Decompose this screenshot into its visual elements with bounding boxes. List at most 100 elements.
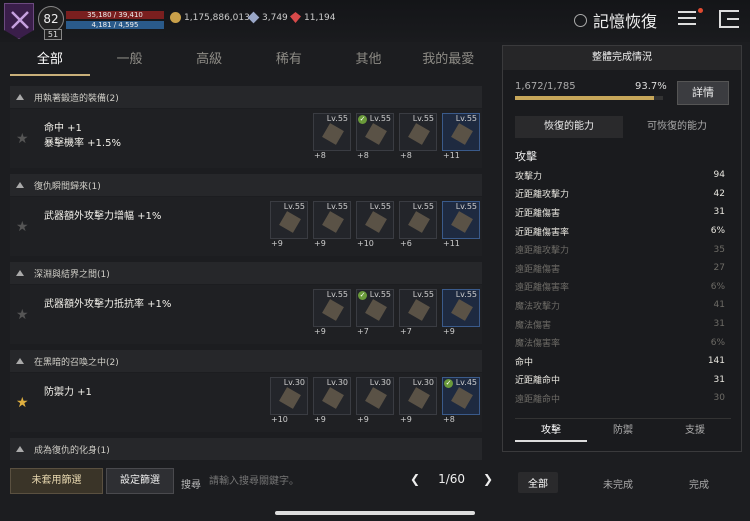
collapse-icon[interactable] xyxy=(16,182,24,188)
equipment-slot[interactable]: Lv.55 +8 xyxy=(399,113,437,160)
tab-favorites[interactable]: 我的最愛 xyxy=(408,46,488,76)
unused-filter-button[interactable]: 未套用篩選 xyxy=(10,468,103,494)
equipment-slot[interactable]: Lv.30 +9 xyxy=(356,377,394,424)
favorite-star-icon[interactable]: ★ xyxy=(16,307,29,323)
tab-advanced[interactable]: 高級 xyxy=(169,46,249,76)
memory-icon xyxy=(574,13,587,27)
equipment-slot[interactable]: Lv.30 +9 xyxy=(313,377,351,424)
group-header[interactable]: 深淵與結界之間(1) xyxy=(10,262,482,284)
group-header[interactable]: 復仇瞬間歸來(1) xyxy=(10,174,482,196)
equipment-slot[interactable]: Lv.55 +9 xyxy=(442,289,480,336)
equipment-slot[interactable]: Lv.55 +10 xyxy=(356,201,394,248)
favorite-star-icon[interactable]: ★ xyxy=(16,131,29,147)
equipment-slot[interactable]: Lv.55 +8 xyxy=(313,113,351,160)
ability-value: 31 xyxy=(713,319,725,330)
tab-attack[interactable]: 攻擊 xyxy=(515,419,587,442)
stat-bonus: 防禦力 +1 xyxy=(44,387,92,398)
equipment-slot[interactable]: ✓ Lv.55 +7 xyxy=(356,289,394,336)
ability-list[interactable]: 攻擊力 94 近距離攻擊力 42 近距離傷害 31 近距離傷害率 6% 遠距離攻擊力 35 遠距離傷… xyxy=(515,166,725,408)
filter-complete-tab[interactable]: 完成 xyxy=(689,476,709,491)
search-label: 搜尋 xyxy=(181,480,201,491)
mp-bar: 4,181 / 4,595 xyxy=(66,21,164,29)
detail-button[interactable]: 詳情 xyxy=(677,81,729,105)
prev-page-icon[interactable]: ❮ xyxy=(410,472,420,486)
item-enhance: +9 xyxy=(314,239,326,248)
equipment-slot[interactable]: ✓ Lv.55 +8 xyxy=(356,113,394,160)
equipment-slot[interactable]: Lv.55 +11 xyxy=(442,113,480,160)
item-level: Lv.55 xyxy=(412,202,434,211)
collapse-icon[interactable] xyxy=(16,358,24,364)
ability-label: 近距離攻擊力 xyxy=(515,190,570,201)
item-level: Lv.45 xyxy=(455,378,477,387)
category-tabs: 全部 一般 高級 稀有 其他 我的最愛 xyxy=(10,46,488,76)
search-input[interactable] xyxy=(209,470,389,492)
equipment-slot[interactable]: ✓ Lv.45 +8 xyxy=(442,377,480,424)
equipment-icon xyxy=(365,123,387,145)
ruby-amount: 11,194 xyxy=(304,12,336,23)
equipment-slot[interactable]: Lv.30 +10 xyxy=(270,377,308,424)
collapse-icon[interactable] xyxy=(16,94,24,100)
collapse-icon[interactable] xyxy=(16,270,24,276)
favorite-star-icon[interactable]: ★ xyxy=(16,219,29,235)
sub-level: 51 xyxy=(44,29,62,40)
ability-row: 近距離命中 31 xyxy=(515,371,725,390)
item-enhance: +7 xyxy=(357,327,369,336)
panel-bottom-tabs: 攻擊 防禦 支援 xyxy=(515,418,731,442)
equipment-icon xyxy=(322,211,344,233)
equipment-slot[interactable]: Lv.55 +7 xyxy=(399,289,437,336)
group-name: 復仇瞬間歸來(1) xyxy=(34,181,101,192)
equipment-slot[interactable]: Lv.55 +9 xyxy=(313,201,351,248)
ability-value: 27 xyxy=(713,263,725,274)
menu-icon[interactable] xyxy=(678,11,696,27)
favorite-star-icon[interactable]: ★ xyxy=(16,395,29,411)
item-level: Lv.30 xyxy=(283,378,305,387)
equipment-slot[interactable]: Lv.55 +9 xyxy=(270,201,308,248)
item-enhance: +9 xyxy=(443,327,455,336)
group-header[interactable]: 在黑暗的召喚之中(2) xyxy=(10,350,482,372)
item-enhance: +9 xyxy=(357,415,369,424)
exit-icon[interactable] xyxy=(719,10,739,28)
ability-row: 遠距離傷害率 6% xyxy=(515,278,725,297)
ability-row: 近距離傷害率 6% xyxy=(515,222,725,241)
equipment-slot[interactable]: Lv.55 +11 xyxy=(442,201,480,248)
ability-label: 魔法傷害 xyxy=(515,320,552,331)
ability-value: 141 xyxy=(707,356,725,367)
item-slots: Lv.55 +8 ✓ Lv.55 +8 Lv.55 +8 Lv.55 +11 xyxy=(313,113,480,160)
ruby-display: 11,194 xyxy=(290,12,336,23)
group-body: ★ 武器額外攻擊力增幅 +1% Lv.55 +9 Lv.55 +9 Lv.55 +10 Lv.5… xyxy=(10,197,482,256)
equipment-icon xyxy=(279,387,301,409)
set-filter-button[interactable]: 設定篩選 xyxy=(106,468,174,494)
equipment-slot[interactable]: Lv.55 +6 xyxy=(399,201,437,248)
equipment-slot[interactable]: Lv.55 +9 xyxy=(313,289,351,336)
next-page-icon[interactable]: ❯ xyxy=(483,472,493,486)
item-level: Lv.30 xyxy=(369,378,391,387)
hp-bar: 35,180 / 39,410 xyxy=(66,11,164,19)
item-level: Lv.55 xyxy=(326,202,348,211)
group-name: 在黑暗的召喚之中(2) xyxy=(34,357,119,368)
group-header[interactable]: 用執著鍛造的裝備(2) xyxy=(10,86,482,108)
tab-rare[interactable]: 稀有 xyxy=(249,46,329,76)
tab-all[interactable]: 全部 xyxy=(10,46,90,76)
tab-defense[interactable]: 防禦 xyxy=(587,419,659,442)
check-icon: ✓ xyxy=(358,115,367,124)
group-header[interactable]: 成為復仇的化身(1) xyxy=(10,438,482,460)
tab-restored-abilities[interactable]: 恢復的能力 xyxy=(515,116,623,138)
tab-normal[interactable]: 一般 xyxy=(90,46,170,76)
tab-support[interactable]: 支援 xyxy=(659,419,731,442)
equipment-slot[interactable]: Lv.30 +9 xyxy=(399,377,437,424)
equipment-icon xyxy=(322,123,344,145)
tab-other[interactable]: 其他 xyxy=(329,46,409,76)
notification-dot-icon xyxy=(698,8,703,13)
ability-label: 近距離傷害 xyxy=(515,208,561,219)
filter-all-tab[interactable]: 全部 xyxy=(518,472,558,493)
collapse-icon[interactable] xyxy=(16,446,24,452)
item-level: Lv.30 xyxy=(326,378,348,387)
ability-label: 魔法攻擊力 xyxy=(515,301,561,312)
mp-text: 4,181 / 4,595 xyxy=(91,21,139,29)
ability-label: 命中 xyxy=(515,357,534,368)
hp-text: 35,180 / 39,410 xyxy=(87,11,143,19)
guild-emblem[interactable] xyxy=(4,3,34,39)
filter-incomplete-tab[interactable]: 未完成 xyxy=(603,476,633,491)
tab-restorable-abilities[interactable]: 可恢復的能力 xyxy=(623,116,731,138)
ability-label: 攻擊力 xyxy=(515,171,543,182)
